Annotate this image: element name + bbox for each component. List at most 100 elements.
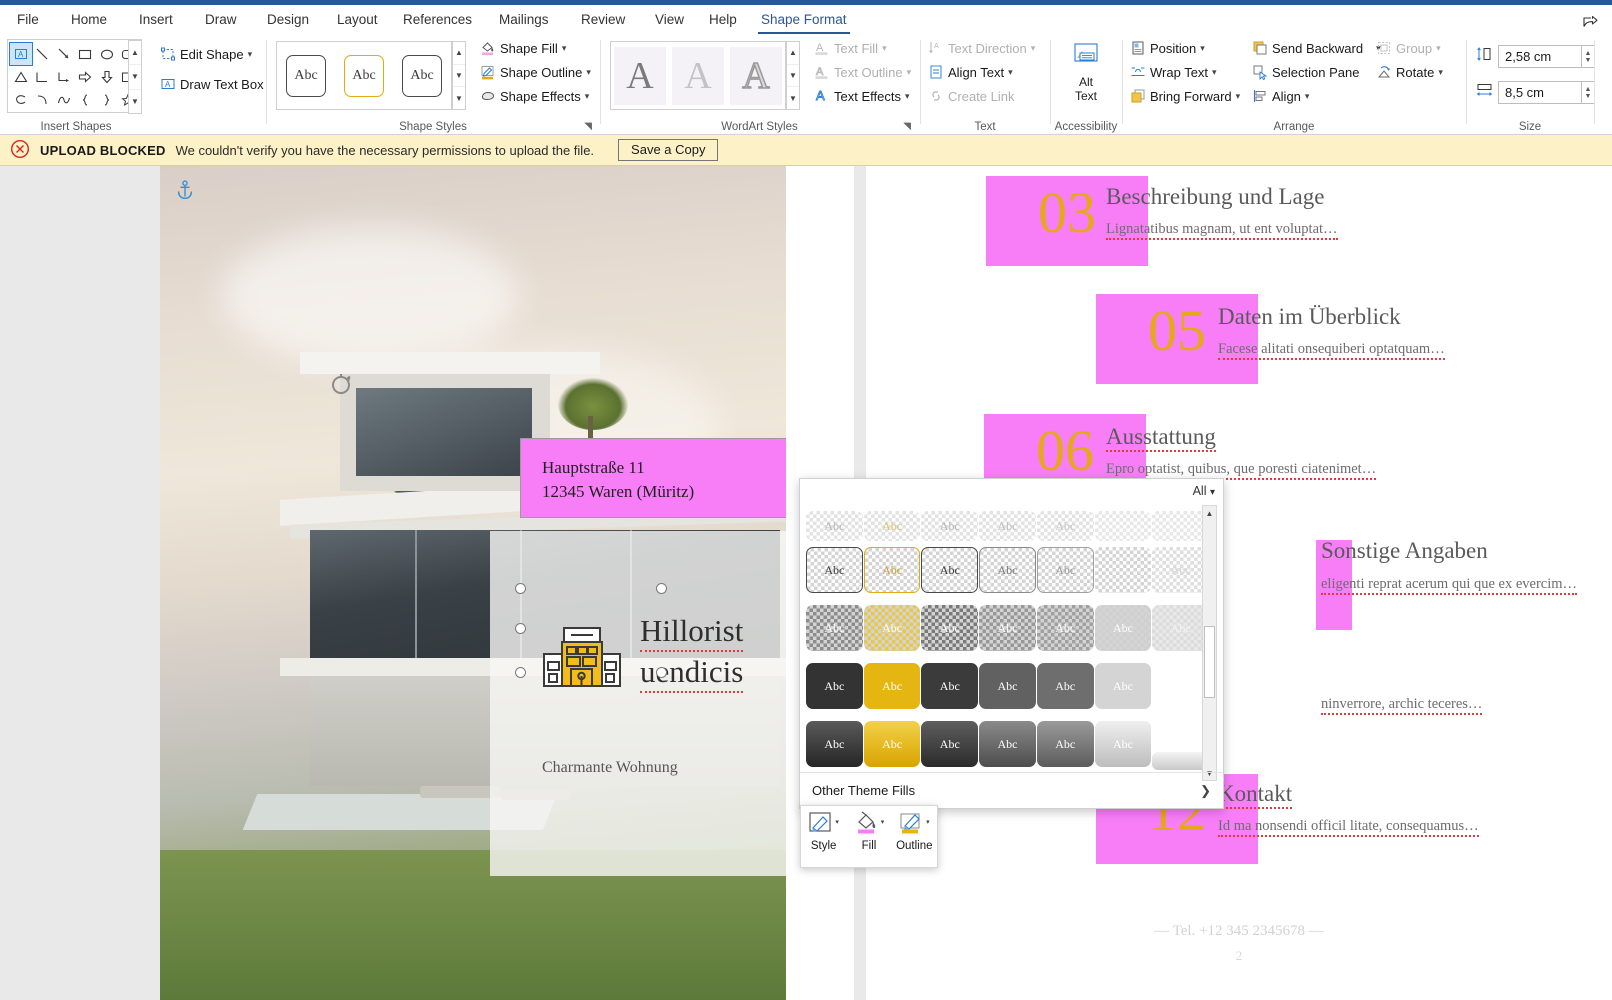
tab-design[interactable]: Design	[258, 5, 318, 34]
tab-view[interactable]: View	[646, 5, 693, 34]
shape-height-input[interactable]: 2,58 cm	[1498, 45, 1582, 68]
shape-rectangle-icon[interactable]	[75, 43, 97, 65]
shape-style-preview-1[interactable]: Abc	[286, 54, 326, 97]
fill-swatch[interactable]: Abc	[1036, 605, 1094, 651]
shapes-gallery-scroll[interactable]: ▲ ▼ ▼	[128, 40, 142, 114]
shape-width-input[interactable]: 8,5 cm	[1498, 81, 1582, 104]
scroll-up-icon[interactable]: ▲	[1203, 506, 1216, 520]
shape-scribble-icon[interactable]	[10, 89, 32, 111]
edit-shape-button[interactable]: Edit Shape ▾	[160, 46, 252, 62]
shape-fill-button[interactable]: Shape Fill ▾	[480, 40, 566, 56]
shape-line-icon[interactable]	[32, 43, 54, 65]
chevron-down-icon[interactable]: ▾	[1008, 67, 1013, 78]
mini-outline-button[interactable]: ▾ Outline	[892, 806, 937, 867]
shape-textbox-icon[interactable]: A	[9, 41, 33, 66]
shapes-scroll-more-icon[interactable]: ▼	[129, 90, 141, 113]
fill-swatch[interactable]: Abc	[1036, 547, 1094, 593]
fill-swatch[interactable]: Abc	[921, 511, 979, 541]
fill-swatch[interactable]: Abc	[806, 605, 863, 651]
tab-shape-format[interactable]: Shape Format	[752, 5, 856, 34]
shape-arrow-icon[interactable]	[53, 43, 75, 65]
align-button[interactable]: Align ▾	[1252, 88, 1309, 104]
property-photo[interactable]: Hillorist uendicis Charmante Wohnung Hau…	[160, 166, 786, 1000]
fill-swatch[interactable]: Abc	[806, 721, 863, 767]
shape-style-preview-3[interactable]: Abc	[402, 54, 442, 97]
shape-elbow-arrow-icon[interactable]	[53, 66, 75, 88]
fill-gallery-scrollbar[interactable]: ▲ ▼	[1202, 505, 1217, 781]
chevron-down-icon[interactable]: ▾	[1436, 43, 1441, 54]
wordart-styles-gallery[interactable]: A A A	[610, 41, 786, 110]
shape-styles-scroll-up-icon[interactable]: ▲	[453, 42, 465, 65]
shape-style-preview-2[interactable]: Abc	[344, 54, 384, 97]
align-text-button[interactable]: Align Text ▾	[928, 64, 1013, 80]
wordart-preview-2[interactable]: A	[672, 46, 724, 105]
fill-swatch[interactable]: Abc	[863, 663, 921, 709]
group-button[interactable]: Group ▾	[1376, 40, 1441, 56]
share-icon[interactable]	[1574, 9, 1606, 33]
fill-swatch[interactable]: Abc	[806, 547, 863, 593]
fill-swatch[interactable]: Abc	[1036, 511, 1094, 541]
shape-right-arrow-icon[interactable]	[75, 66, 97, 88]
fill-swatch[interactable]: Abc	[979, 605, 1036, 651]
chevron-down-icon[interactable]: ▾	[881, 818, 885, 826]
tab-home[interactable]: Home	[62, 5, 116, 34]
wordart-scroll-up-icon[interactable]: ▲	[787, 42, 799, 65]
tab-insert[interactable]: Insert	[130, 5, 182, 34]
fill-swatch[interactable]: Abc	[921, 663, 979, 709]
fill-swatch[interactable]: Abc	[1094, 663, 1152, 709]
shape-curve-icon[interactable]	[53, 89, 75, 111]
shape-styles-gallery[interactable]: Abc Abc Abc	[276, 41, 452, 110]
fill-swatch[interactable]: Abc	[921, 605, 979, 651]
wordart-more-icon[interactable]: ▼	[787, 87, 799, 109]
fill-swatch[interactable]: Abc	[1152, 605, 1210, 651]
chevron-down-icon[interactable]: ▾	[1210, 487, 1215, 498]
shape-outline-button[interactable]: Shape Outline ▾	[480, 64, 591, 80]
text-direction-button[interactable]: A Text Direction ▾	[928, 40, 1035, 56]
draw-text-box-button[interactable]: A Draw Text Box	[160, 76, 264, 92]
wrap-text-button[interactable]: Wrap Text ▾	[1130, 64, 1217, 80]
wordart-dialog-launcher-icon[interactable]: ◥	[903, 121, 911, 132]
chevron-down-icon[interactable]: ▾	[1236, 91, 1241, 102]
text-fill-button[interactable]: A Text Fill ▾	[814, 40, 887, 56]
fill-swatch[interactable]: Abc	[1094, 605, 1152, 651]
chevron-down-icon[interactable]: ▾	[562, 43, 567, 54]
other-theme-fills-item[interactable]: Other Theme Fills ❯	[800, 772, 1223, 808]
selection-pane-button[interactable]: Selection Pane	[1252, 64, 1359, 81]
fill-swatch[interactable]: Abc	[979, 511, 1036, 541]
fill-swatch[interactable]: Abc	[863, 605, 921, 651]
fill-swatch[interactable]	[1152, 752, 1210, 770]
text-outline-button[interactable]: A Text Outline ▾	[814, 64, 911, 80]
shape-elbow-connector-icon[interactable]	[32, 66, 54, 88]
chevron-down-icon[interactable]: ▾	[905, 91, 910, 102]
tab-draw[interactable]: Draw	[196, 5, 246, 34]
chevron-down-icon[interactable]: ▾	[248, 49, 253, 60]
shapes-scroll-down-icon[interactable]: ▼	[129, 65, 141, 90]
shape-triangle-icon[interactable]	[10, 66, 32, 88]
fill-swatch[interactable]: Abc	[1036, 663, 1094, 709]
mini-fill-button[interactable]: ▾ Fill	[846, 806, 891, 867]
selection-handle-bottom-left[interactable]	[515, 667, 526, 678]
shapes-gallery[interactable]: A ▲ ▼ ▼	[7, 39, 142, 114]
shape-oval-icon[interactable]	[96, 43, 118, 65]
tab-file[interactable]: File	[8, 5, 48, 34]
selection-handle-top-center[interactable]	[656, 583, 667, 594]
wordart-preview-3[interactable]: A	[730, 46, 782, 105]
shape-styles-scroll[interactable]: ▲ ▼ ▼	[452, 41, 466, 110]
fill-swatch[interactable]: Abc	[1036, 721, 1094, 767]
chevron-down-icon[interactable]: ▾	[882, 43, 887, 54]
fill-swatch[interactable]	[1094, 511, 1152, 541]
tab-references[interactable]: References	[394, 5, 481, 34]
fill-swatch[interactable]: Abc	[921, 547, 979, 593]
wordart-styles-scroll[interactable]: ▲ ▼ ▼	[786, 41, 800, 110]
shape-effects-button[interactable]: Shape Effects ▾	[480, 88, 589, 104]
create-link-button[interactable]: Create Link	[928, 88, 1014, 104]
alt-text-button[interactable]: Alt Text	[1052, 42, 1120, 103]
gallery-filter-dropdown[interactable]: All ▾	[1193, 484, 1215, 498]
tab-layout[interactable]: Layout	[328, 5, 387, 34]
fill-swatch[interactable]	[1094, 547, 1152, 593]
fill-swatch[interactable]: Abc	[921, 721, 979, 767]
fill-swatch[interactable]	[1152, 663, 1209, 709]
chevron-down-icon[interactable]: ▾	[1438, 67, 1443, 78]
text-effects-button[interactable]: A Text Effects ▾	[814, 88, 910, 104]
shape-down-arrow-icon[interactable]	[96, 66, 118, 88]
